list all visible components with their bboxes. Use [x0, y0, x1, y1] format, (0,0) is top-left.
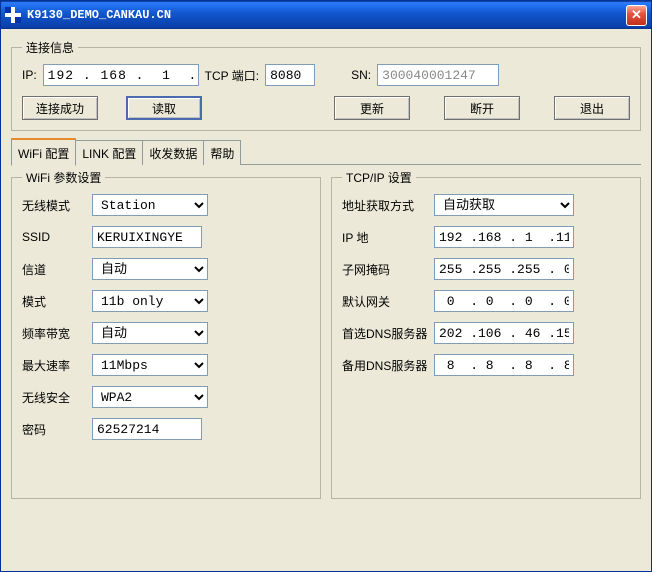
max-rate-select[interactable]: 11Mbps: [92, 354, 208, 376]
ip-addr-label: IP 地: [342, 229, 434, 246]
ssid-input[interactable]: [92, 226, 202, 248]
sn-input: [377, 64, 499, 86]
security-label: 无线安全: [22, 389, 92, 406]
app-icon: [5, 7, 21, 23]
tab-underline: [240, 141, 641, 165]
tab-bar: WiFi 配置 LINK 配置 收发数据 帮助: [11, 141, 641, 165]
tab-panel: WiFi 参数设置 无线模式 Station SSID 信道 自动 模式 11b…: [11, 169, 641, 499]
ip-addr-input[interactable]: [434, 226, 574, 248]
tcpip-group: TCP/IP 设置 地址获取方式 自动获取 IP 地 子网掩码 默认网关: [331, 169, 641, 499]
port-label: TCP 端口:: [205, 67, 259, 84]
dns1-label: 首选DNS服务器: [342, 325, 434, 342]
close-icon[interactable]: ✕: [626, 5, 647, 26]
update-button[interactable]: 更新: [334, 96, 410, 120]
connection-group: 连接信息 IP: TCP 端口: SN: 连接成功 读取 更新 断开 退出: [11, 39, 641, 131]
dns2-input[interactable]: [434, 354, 574, 376]
max-rate-label: 最大速率: [22, 357, 92, 374]
ssid-label: SSID: [22, 230, 92, 244]
phy-mode-label: 模式: [22, 293, 92, 310]
wireless-mode-label: 无线模式: [22, 197, 92, 214]
disconnect-button[interactable]: 断开: [444, 96, 520, 120]
password-input[interactable]: [92, 418, 202, 440]
tab-help[interactable]: 帮助: [203, 140, 241, 165]
wifi-legend: WiFi 参数设置: [22, 169, 105, 186]
tab-txrx-data[interactable]: 收发数据: [142, 140, 204, 165]
connection-row: IP: TCP 端口: SN:: [22, 64, 630, 86]
bandwidth-label: 频率带宽: [22, 325, 92, 342]
port-input[interactable]: [265, 64, 315, 86]
security-select[interactable]: WPA2: [92, 386, 208, 408]
connection-legend: 连接信息: [22, 39, 78, 56]
tab-wifi-config[interactable]: WiFi 配置: [11, 138, 76, 166]
subnet-input[interactable]: [434, 258, 574, 280]
wireless-mode-select[interactable]: Station: [92, 194, 208, 216]
dns1-input[interactable]: [434, 322, 574, 344]
client-area: 连接信息 IP: TCP 端口: SN: 连接成功 读取 更新 断开 退出: [1, 29, 651, 571]
password-label: 密码: [22, 421, 92, 438]
exit-button[interactable]: 退出: [554, 96, 630, 120]
subnet-label: 子网掩码: [342, 261, 434, 278]
connection-buttons: 连接成功 读取 更新 断开 退出: [22, 96, 630, 120]
title-bar: K9130_DEMO_CANKAU.CN ✕: [1, 1, 651, 29]
dns2-label: 备用DNS服务器: [342, 357, 434, 374]
read-button[interactable]: 读取: [126, 96, 202, 120]
ip-label: IP:: [22, 68, 37, 82]
connect-button[interactable]: 连接成功: [22, 96, 98, 120]
dhcp-label: 地址获取方式: [342, 197, 434, 214]
gateway-input[interactable]: [434, 290, 574, 312]
bandwidth-select[interactable]: 自动: [92, 322, 208, 344]
channel-select[interactable]: 自动: [92, 258, 208, 280]
channel-label: 信道: [22, 261, 92, 278]
gateway-label: 默认网关: [342, 293, 434, 310]
wifi-params-group: WiFi 参数设置 无线模式 Station SSID 信道 自动 模式 11b…: [11, 169, 321, 499]
phy-mode-select[interactable]: 11b only: [92, 290, 208, 312]
dhcp-select[interactable]: 自动获取: [434, 194, 574, 216]
window-title: K9130_DEMO_CANKAU.CN: [27, 8, 626, 22]
app-window: K9130_DEMO_CANKAU.CN ✕ 连接信息 IP: TCP 端口: …: [0, 0, 652, 572]
tab-link-config[interactable]: LINK 配置: [75, 140, 143, 165]
tcpip-legend: TCP/IP 设置: [342, 169, 416, 186]
ip-input[interactable]: [43, 64, 199, 86]
sn-label: SN:: [351, 68, 371, 82]
